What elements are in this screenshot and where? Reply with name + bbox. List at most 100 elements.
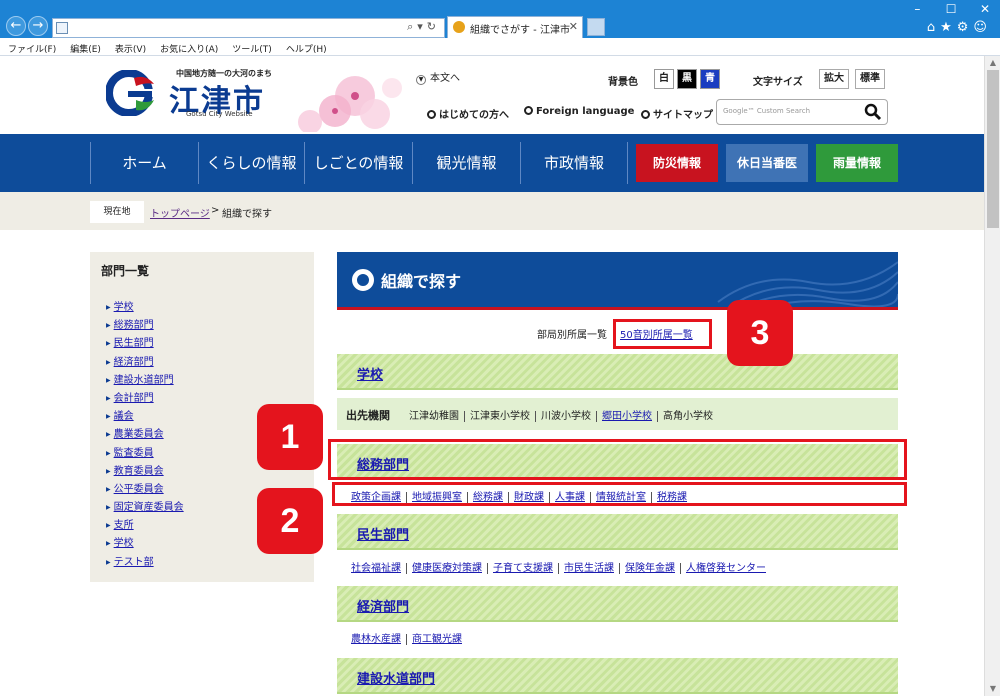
satellite-list: 江津幼稚園 江津東小学校 川波小学校 郷田小学校 高角小学校 — [409, 407, 723, 422]
sidebar-item-kotei[interactable]: 固定資産委員会 — [106, 498, 184, 516]
scroll-thumb[interactable] — [987, 70, 999, 228]
close-window-icon[interactable]: ✕ — [970, 0, 1000, 18]
util-link-sitemap[interactable]: サイトマップ — [641, 106, 713, 121]
scroll-down-icon[interactable]: ▼ — [985, 682, 1000, 696]
dept-link[interactable]: 子育て支援課 — [493, 563, 553, 574]
nav-holiday-doctor-button[interactable]: 休日当番医 — [726, 144, 808, 182]
sidebar-link[interactable]: 建設水道部門 — [114, 375, 174, 386]
section-keizai: 経済部門 — [337, 586, 898, 622]
menu-edit[interactable]: 編集(E) — [62, 38, 107, 55]
satellite-item-link[interactable]: 郷田小学校 — [602, 411, 658, 422]
sidebar-item-somu[interactable]: 総務部門 — [106, 316, 184, 334]
bg-blue-button[interactable]: 青 — [700, 69, 720, 89]
dept-link[interactable]: 健康医療対策課 — [412, 563, 482, 574]
browser-toolbar-icons[interactable]: ⌂★⚙☺ — [927, 20, 992, 35]
sidebar-link[interactable]: テスト部 — [114, 557, 154, 568]
sidebar-item-minsei[interactable]: 民生部門 — [106, 334, 184, 352]
sidebar-link[interactable]: 監査委員 — [114, 448, 154, 459]
menu-file[interactable]: ファイル(F) — [0, 38, 62, 55]
search-icon[interactable] — [864, 103, 882, 121]
nav-home[interactable]: ホーム — [90, 142, 198, 184]
sidebar-item-kaikei[interactable]: 会計部門 — [106, 389, 184, 407]
section-kensetsu-link[interactable]: 建設水道部門 — [357, 668, 435, 687]
dept-link[interactable]: 保険年金課 — [625, 563, 675, 574]
search-input[interactable]: Google™ Custom Search — [723, 107, 810, 115]
dept-link-item[interactable]: 子育て支援課 — [493, 563, 559, 574]
maximize-icon[interactable]: ☐ — [936, 0, 966, 18]
sidebar-link[interactable]: 学校 — [114, 538, 134, 549]
sidebar-link[interactable]: 農業委員会 — [114, 429, 164, 440]
util-link-foreign[interactable]: Foreign language — [524, 106, 634, 117]
sidebar-item-kyoiku[interactable]: 教育委員会 — [106, 462, 184, 480]
minimize-icon[interactable]: – — [902, 0, 932, 18]
nav-living[interactable]: くらしの情報 — [198, 142, 304, 184]
close-tab-icon[interactable]: ✕ — [569, 20, 578, 33]
sidebar-item-keizai[interactable]: 経済部門 — [106, 353, 184, 371]
bg-black-button[interactable]: 黒 — [677, 69, 697, 89]
nav-rainfall-button[interactable]: 雨量情報 — [816, 144, 898, 182]
sidebar-link[interactable]: 教育委員会 — [114, 466, 164, 477]
menu-tools[interactable]: ツール(T) — [224, 38, 278, 55]
section-keizai-link[interactable]: 経済部門 — [357, 596, 409, 615]
dept-link[interactable]: 農林水産課 — [351, 634, 401, 645]
sidebar-item-school[interactable]: 学校 — [106, 298, 184, 316]
skip-to-content-link[interactable]: ▼ 本文へ — [416, 69, 460, 85]
bg-white-button[interactable]: 白 — [654, 69, 674, 89]
address-tools-icon[interactable]: ⌕▾↻ — [407, 20, 440, 34]
dept-link-item[interactable]: 市民生活課 — [564, 563, 620, 574]
font-standard-button[interactable]: 標準 — [855, 69, 885, 89]
sidebar-item-kansa[interactable]: 監査委員 — [106, 444, 184, 462]
sidebar-item-shisho[interactable]: 支所 — [106, 516, 184, 534]
section-minsei-link[interactable]: 民生部門 — [357, 524, 409, 543]
browser-tab[interactable]: 組織でさがす - 江津市 ✕ — [447, 16, 583, 38]
sidebar-item-nogyo[interactable]: 農業委員会 — [106, 425, 184, 443]
dept-link-item[interactable]: 人権啓発センター — [686, 563, 771, 574]
page-title: 組織で探す — [381, 272, 462, 291]
city-logo-icon[interactable] — [106, 70, 156, 116]
back-button[interactable]: ← — [6, 16, 26, 36]
search-box[interactable]: Google™ Custom Search — [716, 99, 888, 125]
dept-link-item[interactable]: 健康医療対策課 — [412, 563, 488, 574]
nav-city-admin[interactable]: 市政情報 — [520, 142, 628, 184]
dept-link-item[interactable]: 商工観光課 — [412, 634, 467, 645]
dept-link-item[interactable]: 保険年金課 — [625, 563, 681, 574]
sidebar-link[interactable]: 学校 — [114, 302, 134, 313]
dept-link-item[interactable]: 農林水産課 — [351, 634, 407, 645]
sidebar-item-kensetsu[interactable]: 建設水道部門 — [106, 371, 184, 389]
breadcrumb-top-link[interactable]: トップページ — [150, 205, 210, 220]
sidebar-item-test[interactable]: テスト部 — [106, 553, 184, 571]
font-enlarge-button[interactable]: 拡大 — [819, 69, 849, 89]
vertical-scrollbar[interactable]: ▲ ▼ — [984, 56, 1000, 696]
sidebar-link[interactable]: 総務部門 — [114, 320, 154, 331]
sidebar-item-gikai[interactable]: 議会 — [106, 407, 184, 425]
sidebar-link[interactable]: 公平委員会 — [114, 484, 164, 495]
menu-view[interactable]: 表示(V) — [107, 38, 152, 55]
dept-link[interactable]: 商工観光課 — [412, 634, 462, 645]
sidebar-link[interactable]: 経済部門 — [114, 357, 154, 368]
satellite-link[interactable]: 郷田小学校 — [602, 411, 652, 422]
address-bar[interactable]: ⌕▾↻ — [52, 18, 445, 38]
sidebar-link[interactable]: 支所 — [114, 520, 134, 531]
dept-link[interactable]: 人権啓発センター — [686, 563, 766, 574]
menu-favorites[interactable]: お気に入り(A) — [152, 38, 224, 55]
dept-link[interactable]: 市民生活課 — [564, 563, 614, 574]
forward-button[interactable]: → — [28, 16, 48, 36]
sidebar-link[interactable]: 会計部門 — [114, 393, 154, 404]
dept-link[interactable]: 社会福祉課 — [351, 563, 401, 574]
ring-icon — [427, 110, 436, 119]
nav-disaster-info-button[interactable]: 防災情報 — [636, 144, 718, 182]
scroll-up-icon[interactable]: ▲ — [985, 56, 1000, 70]
dept-link-item[interactable]: 社会福祉課 — [351, 563, 407, 574]
sidebar-item-kohei[interactable]: 公平委員会 — [106, 480, 184, 498]
sidebar-link[interactable]: 議会 — [114, 411, 134, 422]
nav-tourism[interactable]: 観光情報 — [412, 142, 520, 184]
sidebar-link[interactable]: 固定資産委員会 — [114, 502, 184, 513]
sidebar-item-school-2[interactable]: 学校 — [106, 534, 184, 552]
sidebar-link[interactable]: 民生部門 — [114, 338, 154, 349]
satellite-label: 出先機関 — [346, 409, 390, 422]
menu-help[interactable]: ヘルプ(H) — [278, 38, 333, 55]
section-school-link[interactable]: 学校 — [357, 364, 383, 383]
util-link-first-visit[interactable]: はじめての方へ — [427, 106, 509, 121]
nav-work[interactable]: しごとの情報 — [304, 142, 412, 184]
new-tab-button[interactable] — [587, 18, 605, 36]
